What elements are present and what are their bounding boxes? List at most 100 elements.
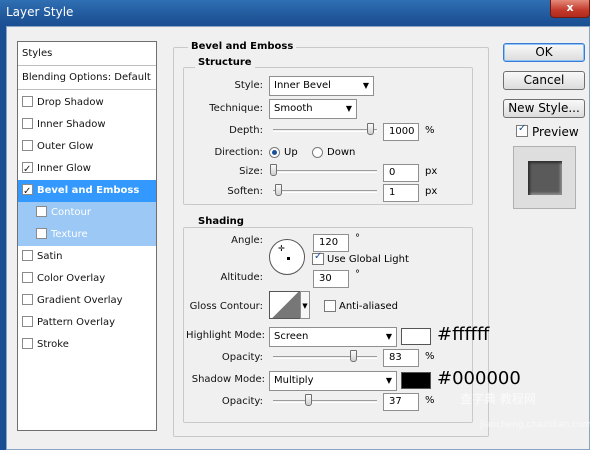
blending-options-item[interactable]: Blending Options: Default	[18, 66, 156, 90]
checkbox-icon[interactable]	[22, 181, 33, 203]
style-item-bevel-emboss[interactable]: Bevel and Emboss	[18, 180, 156, 203]
anti-aliased-label: Anti-aliased	[339, 301, 399, 312]
soften-slider-thumb[interactable]	[275, 184, 282, 196]
structure-title: Structure	[195, 57, 255, 68]
bevel-emboss-title: Bevel and Emboss	[188, 41, 297, 52]
style-item-label: Gradient Overlay	[37, 295, 123, 306]
highlight-color-swatch[interactable]	[401, 328, 431, 345]
shadow-opacity-unit: %	[425, 395, 435, 406]
soften-slider[interactable]	[273, 190, 377, 193]
style-item-label: Bevel and Emboss	[37, 185, 140, 196]
size-input[interactable]: 0	[383, 164, 419, 182]
checkbox-icon[interactable]	[22, 118, 33, 129]
anti-aliased-checkbox[interactable]	[324, 300, 336, 312]
depth-label: Depth:	[229, 125, 263, 136]
style-item-stroke[interactable]: Stroke	[18, 334, 156, 356]
shadow-hex-annotation: #000000	[437, 368, 521, 389]
new-style-button[interactable]: New Style...	[503, 99, 585, 118]
direction-down-radio[interactable]	[312, 147, 323, 158]
size-slider[interactable]	[273, 170, 377, 173]
soften-label: Soften:	[227, 186, 263, 197]
direction-up-radio[interactable]	[269, 147, 280, 158]
altitude-input[interactable]: 30	[313, 270, 349, 288]
shadow-opacity-thumb[interactable]	[305, 394, 312, 406]
cancel-button[interactable]: Cancel	[503, 71, 585, 90]
styles-list: Styles Blending Options: Default Drop Sh…	[17, 41, 157, 431]
depth-slider-thumb[interactable]	[367, 123, 374, 135]
angle-input[interactable]: 120	[313, 234, 349, 252]
title-bar[interactable]: Layer Style x	[0, 0, 590, 26]
style-item-contour[interactable]: Contour	[18, 202, 156, 224]
style-item-label: Stroke	[37, 339, 69, 350]
checkbox-icon[interactable]	[36, 228, 47, 239]
checkbox-icon[interactable]	[22, 272, 33, 283]
shadow-mode-label: Shadow Mode:	[191, 374, 265, 385]
window-title: Layer Style	[6, 5, 74, 19]
style-item-label: Contour	[51, 207, 91, 218]
shadow-color-swatch[interactable]	[401, 372, 431, 389]
direction-down-label: Down	[327, 147, 356, 158]
highlight-mode-dropdown[interactable]: Screen ▼	[269, 327, 397, 347]
depth-slider[interactable]	[273, 129, 377, 132]
style-item-gradient-overlay[interactable]: Gradient Overlay	[18, 290, 156, 312]
styles-header[interactable]: Styles	[18, 42, 156, 66]
chevron-down-icon: ▼	[385, 332, 393, 341]
checkbox-icon[interactable]	[22, 140, 33, 151]
technique-dropdown[interactable]: Smooth ▼	[269, 99, 357, 119]
style-item-drop-shadow[interactable]: Drop Shadow	[18, 92, 156, 114]
highlight-opacity-label: Opacity:	[221, 352, 263, 363]
direction-up-label: Up	[284, 147, 298, 158]
checkbox-icon[interactable]	[22, 159, 33, 181]
size-unit: px	[425, 166, 438, 177]
checkbox-icon[interactable]	[22, 96, 33, 107]
preview-swatch	[528, 161, 562, 195]
style-item-label: Color Overlay	[37, 273, 106, 284]
depth-unit: %	[425, 125, 435, 136]
global-light-checkbox[interactable]	[312, 251, 324, 265]
checkbox-icon[interactable]	[36, 206, 47, 217]
chevron-down-icon[interactable]: ▼	[300, 291, 310, 319]
style-item-inner-glow[interactable]: Inner Glow	[18, 158, 156, 181]
style-item-inner-shadow[interactable]: Inner Shadow	[18, 114, 156, 136]
highlight-opacity-slider[interactable]	[273, 356, 377, 359]
style-item-label: Inner Shadow	[37, 119, 106, 130]
shadow-opacity-slider[interactable]	[273, 400, 377, 403]
checkbox-icon[interactable]	[22, 316, 33, 327]
style-item-color-overlay[interactable]: Color Overlay	[18, 268, 156, 290]
chevron-down-icon: ▼	[362, 81, 370, 90]
style-dropdown-value: Inner Bevel	[274, 80, 331, 91]
style-dropdown[interactable]: Inner Bevel ▼	[269, 76, 374, 96]
style-item-label: Satin	[37, 251, 63, 262]
dialog-body: Styles Blending Options: Default Drop Sh…	[6, 26, 590, 450]
shadow-mode-value: Multiply	[274, 375, 314, 386]
style-item-outer-glow[interactable]: Outer Glow	[18, 136, 156, 158]
gloss-contour-swatch[interactable]	[269, 291, 301, 319]
technique-dropdown-value: Smooth	[274, 103, 313, 114]
layer-style-dialog: Layer Style x Styles Blending Options: D…	[0, 0, 590, 450]
highlight-mode-label: Highlight Mode:	[186, 330, 265, 341]
direction-label: Direction:	[214, 147, 263, 158]
size-slider-thumb[interactable]	[270, 164, 277, 176]
style-item-pattern-overlay[interactable]: Pattern Overlay	[18, 312, 156, 334]
shadow-mode-dropdown[interactable]: Multiply ▼	[269, 371, 397, 391]
highlight-opacity-thumb[interactable]	[350, 350, 357, 362]
shading-title: Shading	[195, 216, 247, 227]
ok-button[interactable]: OK	[503, 43, 585, 62]
gloss-contour-label: Gloss Contour:	[189, 301, 263, 312]
checkbox-icon[interactable]	[22, 250, 33, 261]
soften-unit: px	[425, 186, 438, 197]
style-item-label: Outer Glow	[37, 141, 94, 152]
style-item-satin[interactable]: Satin	[18, 246, 156, 268]
style-item-texture[interactable]: Texture	[18, 224, 156, 246]
checkbox-icon[interactable]	[22, 294, 33, 305]
checkbox-icon[interactable]	[22, 338, 33, 349]
depth-input[interactable]: 1000	[383, 123, 419, 141]
highlight-opacity-input[interactable]: 83	[383, 349, 419, 367]
highlight-mode-value: Screen	[274, 331, 309, 342]
angle-dial[interactable]: ✛	[269, 239, 305, 275]
soften-input[interactable]: 1	[383, 184, 419, 202]
angle-label: Angle:	[231, 235, 263, 246]
shadow-opacity-input[interactable]: 37	[383, 393, 419, 411]
close-button[interactable]: x	[550, 0, 590, 18]
preview-checkbox[interactable]	[516, 123, 528, 137]
